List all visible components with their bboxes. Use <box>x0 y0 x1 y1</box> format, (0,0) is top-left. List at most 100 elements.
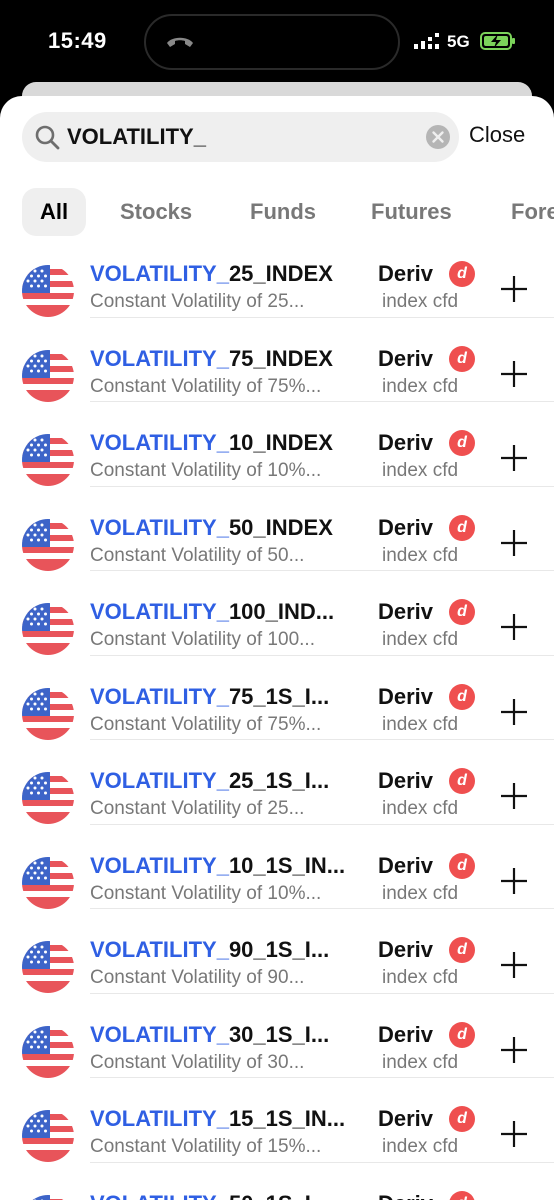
result-row[interactable]: VOLATILITY_25_1S_I... Constant Volatilit… <box>0 740 554 825</box>
us-flag-icon <box>22 434 74 486</box>
add-symbol-icon[interactable] <box>496 440 532 476</box>
exchange-name: Deriv <box>378 1191 433 1200</box>
result-row[interactable]: VOLATILITY_25_INDEX Constant Volatility … <box>0 233 554 318</box>
result-row[interactable]: VOLATILITY_100_IND... Constant Volatilit… <box>0 571 554 656</box>
symbol-match: VOLATILITY_ <box>90 345 229 371</box>
symbol-name: VOLATILITY_50_1S_I... <box>90 1191 370 1200</box>
symbol-rest: 100_IND... <box>228 599 335 624</box>
symbol-name: VOLATILITY_25_1S_I... <box>90 768 370 794</box>
add-symbol-icon[interactable] <box>496 778 532 814</box>
exchange-name: Deriv <box>378 1021 434 1047</box>
deriv-logo-icon: d <box>449 1190 475 1200</box>
result-row[interactable]: VOLATILITY_75_1S_I... Constant Volatilit… <box>0 656 554 740</box>
result-row[interactable]: VOLATILITY_50_INDEX Constant Volatility … <box>0 487 554 571</box>
us-flag-icon <box>22 1110 74 1162</box>
status-bar: 15:49 5G <box>0 0 554 84</box>
tab-funds[interactable]: Funds <box>250 188 316 236</box>
add-symbol-icon[interactable] <box>496 525 532 561</box>
deriv-logo-icon: d <box>449 1021 475 1048</box>
exchange-name: Deriv <box>378 430 434 455</box>
exchange-name: Deriv <box>378 768 434 793</box>
symbol-description: Constant Volatility of 25... <box>90 798 305 819</box>
result-row[interactable]: VOLATILITY_10_1S_IN... Constant Volatili… <box>0 825 554 909</box>
search-bar[interactable] <box>22 112 459 162</box>
symbol-match: VOLATILITY_ <box>90 599 229 624</box>
symbol-rest: 30_1S_I... <box>228 1021 330 1047</box>
symbol-match: VOLATILITY_ <box>90 514 229 540</box>
symbol-match: VOLATILITY_ <box>90 430 229 455</box>
result-row[interactable]: VOLATILITY_10_INDEX Constant Volatility … <box>0 402 554 487</box>
symbol-match: VOLATILITY_ <box>90 1106 229 1131</box>
symbol-match: VOLATILITY_ <box>90 261 229 286</box>
symbol-rest: 25_1S_I... <box>228 768 330 793</box>
deriv-logo-icon: d <box>449 937 475 963</box>
add-symbol-icon[interactable] <box>496 694 532 730</box>
symbol-rest: 15_1S_IN... <box>228 1106 346 1131</box>
deriv-logo-icon: d <box>449 261 475 287</box>
result-row[interactable]: VOLATILITY_50_1S_I... Deriv d <box>0 1163 554 1200</box>
symbol-rest: 10_1S_IN... <box>228 852 346 878</box>
deriv-logo-icon: d <box>449 683 475 710</box>
search-input[interactable] <box>67 112 417 162</box>
symbol-description: Constant Volatility of 10%... <box>90 460 322 481</box>
symbol-name: VOLATILITY_30_1S_I... <box>90 1022 370 1048</box>
dynamic-island[interactable] <box>144 14 400 70</box>
add-symbol-icon[interactable] <box>496 609 532 645</box>
deriv-logo-icon: d <box>449 514 475 541</box>
symbol-description: Constant Volatility of 30... <box>90 1051 305 1073</box>
add-symbol-icon[interactable] <box>496 947 532 983</box>
symbol-description: Constant Volatility of 10%... <box>90 882 322 904</box>
symbol-type: index cfd <box>382 629 459 650</box>
deriv-logo-icon: d <box>449 599 475 625</box>
tab-forex[interactable]: Fore <box>511 188 554 236</box>
symbol-name: VOLATILITY_75_1S_I... <box>90 684 370 710</box>
exchange-name: Deriv <box>378 937 434 962</box>
deriv-logo-icon: d <box>449 852 475 879</box>
result-row[interactable]: VOLATILITY_15_1S_IN... Constant Volatili… <box>0 1078 554 1163</box>
symbol-description: Constant Volatility of 75%... <box>90 713 322 735</box>
result-row[interactable]: VOLATILITY_90_1S_I... Constant Volatilit… <box>0 909 554 994</box>
symbol-name: VOLATILITY_100_IND... <box>90 599 370 625</box>
add-symbol-icon[interactable] <box>496 863 532 899</box>
symbol-description: Constant Volatility of 25... <box>90 291 305 312</box>
exchange-name: Deriv <box>378 261 434 286</box>
exchange-name: Deriv <box>378 599 434 624</box>
symbol-type: index cfd <box>382 375 459 397</box>
symbol-match: VOLATILITY_ <box>90 1021 229 1047</box>
us-flag-icon <box>22 518 74 571</box>
symbol-name: VOLATILITY_75_INDEX <box>90 346 370 372</box>
symbol-match: VOLATILITY_ <box>90 937 229 962</box>
add-symbol-icon[interactable] <box>496 1032 532 1068</box>
symbol-name: VOLATILITY_10_INDEX <box>90 430 370 456</box>
tab-stocks[interactable]: Stocks <box>120 188 192 236</box>
us-flag-icon <box>22 772 74 824</box>
tab-all[interactable]: All <box>22 188 87 236</box>
symbol-rest: 25_INDEX <box>228 261 333 286</box>
us-flag-icon <box>22 1194 74 1200</box>
exchange-name: Deriv <box>378 345 434 371</box>
us-flag-icon <box>22 941 74 993</box>
symbol-match: VOLATILITY_ <box>90 852 229 878</box>
symbol-search-sheet: Close All Stocks Funds Futures Fore <box>0 96 554 1200</box>
add-symbol-icon[interactable] <box>496 356 532 392</box>
symbol-type: index cfd <box>382 460 459 481</box>
us-flag-icon <box>22 603 74 655</box>
category-tabs: All Stocks Funds Futures Fore <box>22 188 554 236</box>
symbol-rest: 90_1S_I... <box>228 937 330 962</box>
result-row[interactable]: VOLATILITY_30_1S_I... Constant Volatilit… <box>0 994 554 1078</box>
symbol-rest: 75_1S_I... <box>228 683 330 709</box>
symbol-description: Constant Volatility of 90... <box>90 967 305 988</box>
network-type: 5G <box>447 32 470 51</box>
symbol-type: index cfd <box>382 544 459 566</box>
close-button[interactable]: Close <box>469 122 525 148</box>
exchange-name: Deriv <box>378 514 434 540</box>
symbol-match: VOLATILITY_ <box>90 768 229 793</box>
symbol-type: index cfd <box>382 291 459 312</box>
symbol-type: index cfd <box>382 713 459 735</box>
symbol-type: index cfd <box>382 1136 459 1157</box>
result-row[interactable]: VOLATILITY_75_INDEX Constant Volatility … <box>0 318 554 402</box>
add-symbol-icon[interactable] <box>496 271 532 307</box>
clear-search-icon[interactable] <box>425 124 451 150</box>
tab-futures[interactable]: Futures <box>371 188 452 236</box>
add-symbol-icon[interactable] <box>496 1116 532 1152</box>
